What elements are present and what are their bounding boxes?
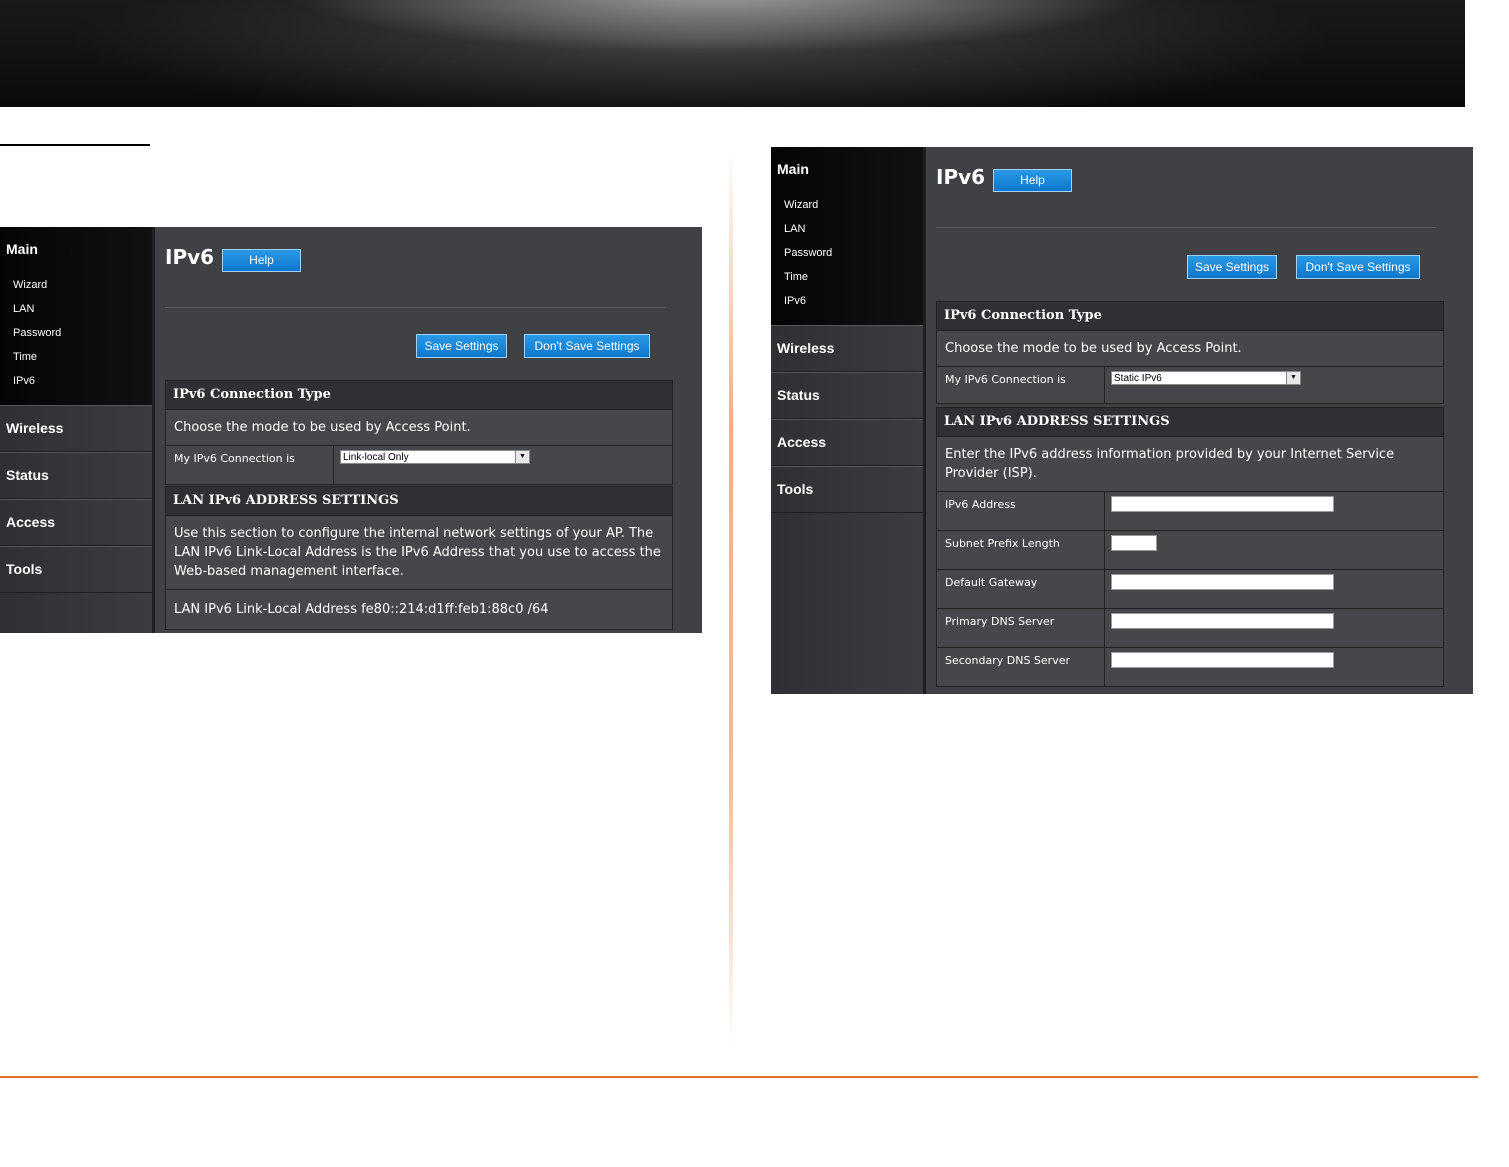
sidebar-item-wireless[interactable]: Wireless xyxy=(771,325,923,372)
heading-divider xyxy=(165,307,665,308)
page-title: IPv6 xyxy=(936,165,986,189)
main-content: IPv6 Help Save Settings Don't Save Setti… xyxy=(165,227,702,633)
secondary-dns-input[interactable] xyxy=(1111,652,1334,668)
sidebar-item-time[interactable]: Time xyxy=(0,345,152,369)
sidebar-item-lan[interactable]: LAN xyxy=(0,297,152,321)
dropdown-arrow-icon[interactable]: ▼ xyxy=(515,451,529,463)
footer-line xyxy=(0,1076,1478,1078)
ipv6-address-row: IPv6 Address xyxy=(937,492,1443,531)
sidebar-item-tools[interactable]: Tools xyxy=(771,466,923,513)
primary-dns-label: Primary DNS Server xyxy=(937,609,1105,647)
connection-type-section: IPv6 Connection Type Choose the mode to … xyxy=(165,380,673,485)
connection-type-selected: Link-local Only xyxy=(343,452,409,463)
router-ui-link-local: Main Wizard LAN Password Time IPv6 Wirel… xyxy=(0,227,702,633)
sidebar: Main Wizard LAN Password Time IPv6 Wirel… xyxy=(771,147,926,694)
sidebar: Main Wizard LAN Password Time IPv6 Wirel… xyxy=(0,227,155,633)
save-settings-button[interactable]: Save Settings xyxy=(1187,255,1277,279)
connection-type-description: Choose the mode to be used by Access Poi… xyxy=(166,410,672,446)
connection-type-section: IPv6 Connection Type Choose the mode to … xyxy=(936,301,1444,404)
default-gateway-label: Default Gateway xyxy=(937,570,1105,608)
secondary-dns-value xyxy=(1105,648,1443,686)
connection-type-title: IPv6 Connection Type xyxy=(166,381,672,410)
connection-type-selected: Static IPv6 xyxy=(1114,373,1162,384)
sidebar-item-wizard[interactable]: Wizard xyxy=(771,193,923,217)
default-gateway-input[interactable] xyxy=(1111,574,1334,590)
sidebar-item-status[interactable]: Status xyxy=(771,372,923,419)
subnet-prefix-row: Subnet Prefix Length xyxy=(937,531,1443,570)
sidebar-main-title[interactable]: Main xyxy=(771,161,923,177)
lan-ipv6-title: LAN IPv6 ADDRESS SETTINGS xyxy=(166,487,672,516)
sidebar-item-wireless[interactable]: Wireless xyxy=(0,405,152,452)
subnet-prefix-input[interactable] xyxy=(1111,535,1157,551)
connection-type-row: My IPv6 Connection is Link-local Only ▼ xyxy=(166,446,672,484)
connection-type-value: Link-local Only ▼ xyxy=(334,446,672,484)
lan-ipv6-link-local-address: LAN IPv6 Link-Local Address fe80::214:d1… xyxy=(174,602,549,617)
connection-type-label: My IPv6 Connection is xyxy=(166,446,334,484)
connection-type-description: Choose the mode to be used by Access Poi… xyxy=(937,331,1443,367)
connection-type-select[interactable]: Link-local Only ▼ xyxy=(340,450,530,464)
dont-save-settings-button[interactable]: Don't Save Settings xyxy=(1296,255,1420,279)
main-content: IPv6 Help Save Settings Don't Save Setti… xyxy=(936,147,1473,694)
default-gateway-row: Default Gateway xyxy=(937,570,1443,609)
header-banner xyxy=(0,0,1465,107)
sidebar-item-tools[interactable]: Tools xyxy=(0,546,152,593)
dont-save-settings-button[interactable]: Don't Save Settings xyxy=(524,334,650,358)
sidebar-item-access[interactable]: Access xyxy=(771,419,923,466)
sidebar-item-status[interactable]: Status xyxy=(0,452,152,499)
sidebar-main-block: Main Wizard LAN Password Time IPv6 xyxy=(771,147,923,325)
help-button[interactable]: Help xyxy=(222,249,301,272)
sidebar-item-access[interactable]: Access xyxy=(0,499,152,546)
save-settings-button[interactable]: Save Settings xyxy=(416,334,507,358)
sidebar-item-time[interactable]: Time xyxy=(771,265,923,289)
sidebar-item-lan[interactable]: LAN xyxy=(771,217,923,241)
lan-ipv6-title: LAN IPv6 ADDRESS SETTINGS xyxy=(937,408,1443,437)
primary-dns-value xyxy=(1105,609,1443,647)
sidebar-item-password[interactable]: Password xyxy=(771,241,923,265)
lan-ipv6-description: Use this section to configure the intern… xyxy=(166,516,672,590)
sidebar-main-block: Main Wizard LAN Password Time IPv6 xyxy=(0,227,152,405)
secondary-dns-row: Secondary DNS Server xyxy=(937,648,1443,686)
page-divider xyxy=(729,150,733,1050)
connection-type-row: My IPv6 Connection is Static IPv6 ▼ xyxy=(937,367,1443,403)
dropdown-arrow-icon[interactable]: ▼ xyxy=(1286,372,1300,384)
secondary-dns-label: Secondary DNS Server xyxy=(937,648,1105,686)
section-title-underline xyxy=(0,144,150,146)
ipv6-address-value xyxy=(1105,492,1443,530)
primary-dns-input[interactable] xyxy=(1111,613,1334,629)
lan-ipv6-description: Enter the IPv6 address information provi… xyxy=(937,437,1443,492)
default-gateway-value xyxy=(1105,570,1443,608)
ipv6-address-label: IPv6 Address xyxy=(937,492,1105,530)
lan-ipv6-section: LAN IPv6 ADDRESS SETTINGS Use this secti… xyxy=(165,486,673,630)
connection-type-value: Static IPv6 ▼ xyxy=(1105,367,1443,403)
subnet-prefix-value xyxy=(1105,531,1443,569)
router-ui-static-ipv6: Main Wizard LAN Password Time IPv6 Wirel… xyxy=(771,147,1473,694)
connection-type-title: IPv6 Connection Type xyxy=(937,302,1443,331)
help-button[interactable]: Help xyxy=(993,169,1072,192)
sidebar-item-password[interactable]: Password xyxy=(0,321,152,345)
sidebar-item-ipv6[interactable]: IPv6 xyxy=(0,369,152,393)
sidebar-item-wizard[interactable]: Wizard xyxy=(0,273,152,297)
sidebar-item-ipv6[interactable]: IPv6 xyxy=(771,289,923,313)
subnet-prefix-label: Subnet Prefix Length xyxy=(937,531,1105,569)
heading-divider xyxy=(936,227,1436,228)
sidebar-main-title[interactable]: Main xyxy=(0,241,152,257)
connection-type-label: My IPv6 Connection is xyxy=(937,367,1105,403)
primary-dns-row: Primary DNS Server xyxy=(937,609,1443,648)
connection-type-select[interactable]: Static IPv6 ▼ xyxy=(1111,371,1301,385)
lan-ipv6-section: LAN IPv6 ADDRESS SETTINGS Enter the IPv6… xyxy=(936,407,1444,687)
ipv6-address-input[interactable] xyxy=(1111,496,1334,512)
page-title: IPv6 xyxy=(165,245,215,269)
